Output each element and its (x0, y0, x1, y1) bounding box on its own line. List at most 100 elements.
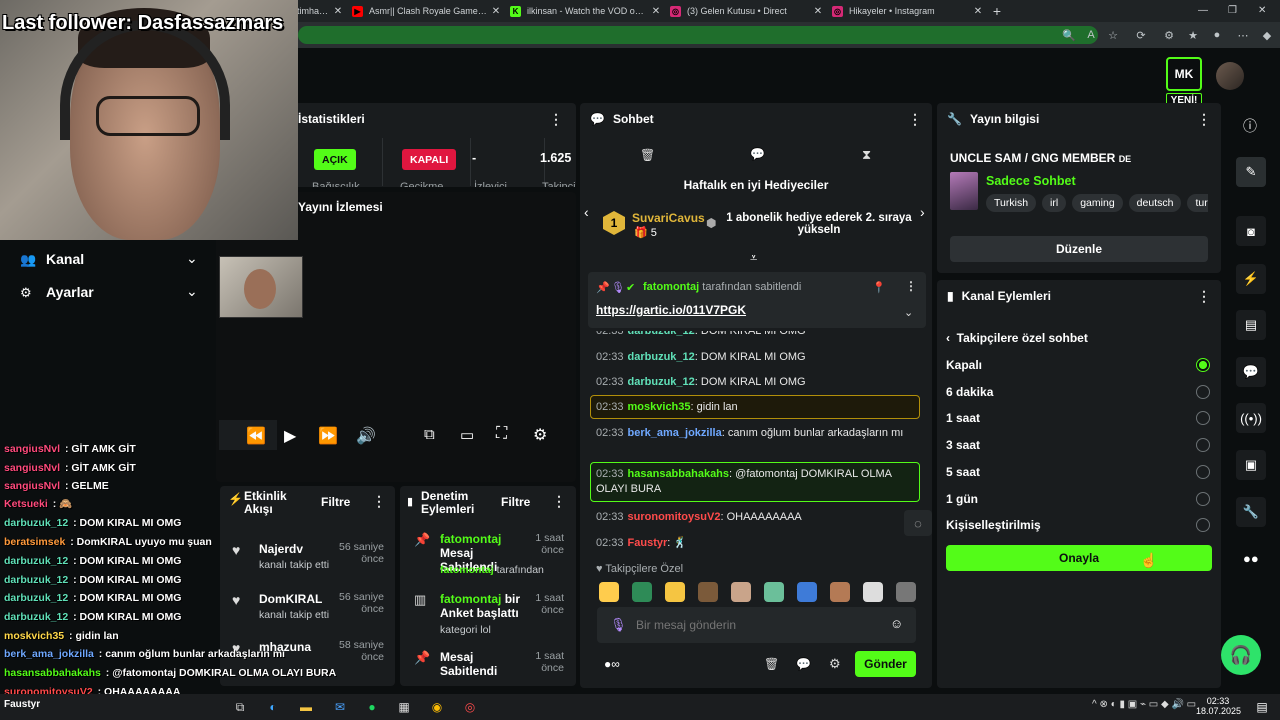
minimize-button[interactable]: — (1198, 5, 1208, 16)
camera-icon[interactable]: ◙ (1236, 216, 1266, 246)
mod-menu-icon[interactable]: ⋮ (552, 493, 566, 510)
read-aloud-icon[interactable]: A (1082, 26, 1100, 44)
follower-option-radio[interactable] (1196, 384, 1210, 399)
avatar[interactable] (1216, 62, 1244, 90)
kick-dots-rail-icon[interactable]: ●● (1243, 551, 1259, 566)
chat-username[interactable]: hasansabbahakahs (628, 468, 730, 480)
fullscreen-icon[interactable]: ⛶ (496, 425, 507, 443)
sidebar-item-kanal[interactable]: Kanal (46, 251, 84, 267)
rewind-icon[interactable]: ⏪ (246, 426, 266, 446)
confirm-button[interactable]: Onayla (946, 545, 1212, 571)
mail-icon[interactable]: ✉ (330, 697, 350, 717)
chat-username[interactable]: suronomitoysuV2 (628, 511, 721, 523)
channel-actions-menu-icon[interactable]: ⋮ (1197, 288, 1211, 305)
info-icon[interactable]: ⓘ (1243, 116, 1257, 136)
tab-close-icon[interactable]: ✕ (330, 6, 346, 17)
chevron-down-icon[interactable]: ⌄ (186, 283, 198, 300)
more-icon[interactable]: ⋯ (1234, 26, 1252, 44)
settings-icon[interactable]: ⚙ (533, 425, 547, 445)
lightning-icon[interactable]: ⚡ (1236, 264, 1266, 294)
chat-rail-icon[interactable]: 💬 (1236, 357, 1266, 387)
follower-option-radio[interactable] (1196, 358, 1210, 372)
follower-option-label[interactable]: 5 saat (946, 465, 980, 479)
edit-button[interactable]: Düzenle (950, 236, 1208, 262)
stat-badge[interactable]: AÇIK (314, 149, 356, 170)
spotify-icon[interactable]: ● (362, 697, 382, 717)
chat-bubble-icon[interactable]: 💬 (750, 147, 765, 161)
explorer-icon[interactable]: ▬ (296, 697, 316, 717)
profile-icon[interactable]: ● (1208, 26, 1226, 44)
stream-tag[interactable]: turk (1187, 194, 1208, 212)
back-button[interactable]: ‹ Takipçilere özel sohbet (946, 331, 1088, 345)
follower-option-label[interactable]: 6 dakika (946, 385, 993, 399)
play-icon[interactable]: ▶ (284, 426, 296, 446)
emote-icon[interactable] (764, 582, 784, 602)
emote-icon[interactable] (863, 582, 883, 602)
stream-info-menu-icon[interactable]: ⋮ (1197, 111, 1211, 128)
chat-settings-icon[interactable]: ⚙ (829, 656, 841, 672)
favorite-star-icon[interactable]: ☆ (1104, 26, 1122, 44)
chevron-right-icon[interactable]: › (920, 204, 925, 220)
volume-icon[interactable]: 🔊 (356, 426, 376, 446)
chrome-icon[interactable]: ◉ (427, 697, 447, 717)
support-headset-icon[interactable]: 🎧 (1221, 635, 1261, 675)
clock[interactable]: 02:33 18.07.2025 (1196, 696, 1241, 716)
broadcast-icon[interactable]: ((•)) (1236, 403, 1266, 433)
theater-icon[interactable]: ▭ (460, 426, 474, 444)
follower-option-radio[interactable] (1196, 491, 1210, 506)
browser-tab[interactable]: ◎ Hikayeler • Instagram ✕ (826, 0, 986, 22)
emote-icon[interactable] (731, 582, 751, 602)
obs-icon[interactable]: ◎ (460, 697, 480, 717)
trash-icon[interactable]: 🗑 (640, 148, 655, 162)
stat-badge[interactable]: KAPALI (402, 149, 457, 170)
address-field[interactable] (298, 26, 1098, 44)
edge-icon[interactable]: ◐ (263, 697, 283, 717)
chat-username[interactable]: Faustyr (628, 537, 668, 549)
follower-option-radio[interactable] (1196, 464, 1210, 479)
chat-username[interactable]: darbuzuk_12 (628, 351, 695, 363)
tab-close-icon[interactable]: ✕ (810, 6, 826, 17)
favorites-icon[interactable]: ★ (1184, 26, 1202, 44)
tray-icons[interactable]: ^ ⊗ ◐ ▮ ▣ ⌁ ▭ ◆ 🔊 ▭ (1092, 699, 1196, 710)
notifications-icon[interactable]: ▤ (1252, 697, 1272, 717)
browser-tab[interactable]: ▶ Asmr|| Clash Royale Gameplay👑✕ (346, 0, 504, 22)
follower-option-label[interactable]: Kişiselleştirilmiş (946, 518, 1041, 532)
mod-filter-button[interactable]: Filtre (501, 495, 530, 509)
emote-icon[interactable] (830, 582, 850, 602)
refresh-extension-icon[interactable]: ⟳ (1132, 26, 1150, 44)
pinned-menu-icon[interactable]: ⋮ (905, 279, 917, 293)
chat-menu-icon[interactable]: ⋮ (908, 111, 922, 128)
chevron-down-icon[interactable]: ⌄ (904, 306, 913, 319)
chat-username[interactable]: darbuzuk_12 (628, 331, 695, 337)
stats-menu-icon[interactable]: ⋮ (549, 111, 563, 128)
calculator-icon[interactable]: ▦ (394, 697, 414, 717)
emote-icon[interactable] (665, 582, 685, 602)
close-window-button[interactable]: ✕ (1258, 5, 1266, 16)
kick-dots-icon[interactable]: ●∞ (604, 657, 620, 671)
stream-tag[interactable]: deutsch (1128, 194, 1182, 212)
extensions-icon[interactable]: ⚙ (1160, 26, 1178, 44)
emote-icon[interactable] (599, 582, 619, 602)
chat-username[interactable]: darbuzuk_12 (628, 376, 695, 388)
browser-tab[interactable]: Kilkinsan - Watch the VOD on Kick ✕ (504, 0, 664, 22)
activity-user[interactable]: Najerdv (259, 542, 303, 556)
gifter-name[interactable]: SuvariCavus (632, 211, 705, 225)
activity-user[interactable]: DomKIRAL (259, 592, 322, 606)
emote-icon[interactable] (797, 582, 817, 602)
send-button[interactable]: Gönder (855, 651, 916, 677)
follower-option-label[interactable]: 1 gün (946, 492, 978, 506)
follower-option-label[interactable]: Kapalı (946, 358, 982, 372)
chat-trash-icon[interactable]: 🗑 (764, 657, 779, 671)
stream-tag[interactable]: irl (1042, 194, 1067, 212)
emote-icon[interactable] (632, 582, 652, 602)
emoji-picker-icon[interactable]: ☺ (890, 616, 903, 631)
maximize-button[interactable]: ❐ (1228, 5, 1237, 16)
pip-icon[interactable]: ⧉ (424, 426, 435, 443)
activity-filter-button[interactable]: Filtre (321, 495, 350, 509)
chat-quick-icon[interactable]: 💬 (796, 657, 811, 671)
chat-username[interactable]: moskvich35 (628, 401, 691, 413)
tab-close-icon[interactable]: ✕ (648, 6, 664, 17)
edit-pencil-icon[interactable]: ✎ (1236, 157, 1266, 187)
chevron-down-icon[interactable]: ⌄ (186, 250, 198, 267)
follower-option-label[interactable]: 1 saat (946, 411, 980, 425)
